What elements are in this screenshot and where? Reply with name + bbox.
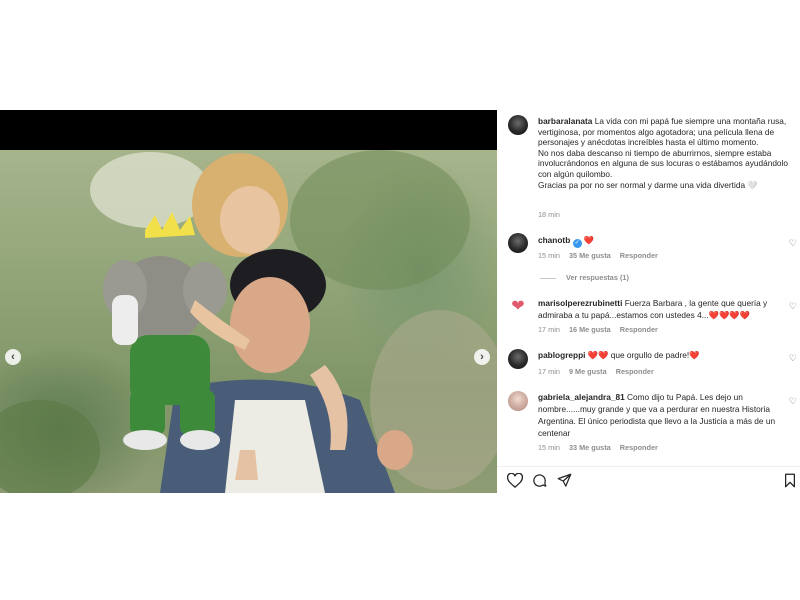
author-username[interactable]: barbaralanata <box>538 116 592 126</box>
post-media: ‹ › <box>0 110 497 493</box>
comment-avatar[interactable] <box>508 233 528 253</box>
reply-button[interactable]: Responder <box>620 443 658 452</box>
comment-item: chanotb ✓ ❤️ <box>538 234 782 248</box>
view-replies-button[interactable]: Ver respuestas (1) <box>540 273 629 282</box>
comment-item: marisolperezrubinetti Fuerza Barbara , l… <box>538 297 782 321</box>
comments-panel: barbaralanata La vida con mi papá fue si… <box>497 110 800 493</box>
comment-icon[interactable] <box>532 473 547 488</box>
heart-icon[interactable]: ♡ <box>789 301 797 312</box>
comment-time: 15 min <box>538 251 560 260</box>
comment-meta: 17 min 16 Me gusta Responder <box>538 325 665 334</box>
reply-button[interactable]: Responder <box>620 325 658 334</box>
comment-likes[interactable]: 9 Me gusta <box>569 367 607 376</box>
replies-divider <box>540 277 556 279</box>
caption-line-2: No nos daba descanso ni tiempo de aburri… <box>538 147 789 179</box>
caption-line-3: Gracias pa por no ser normal y darme una… <box>538 179 758 190</box>
comment-time: 17 min <box>538 325 560 334</box>
caption-time: 18 min <box>538 210 560 219</box>
comment-likes[interactable]: 35 Me gusta <box>569 251 611 260</box>
heart-icon[interactable] <box>507 473 523 488</box>
chevron-left-icon[interactable]: ‹ <box>5 349 21 365</box>
comment-avatar[interactable] <box>508 391 528 411</box>
heart-icon[interactable]: ♡ <box>789 396 797 407</box>
comment-username[interactable]: gabriela_alejandra_81 <box>538 392 625 402</box>
comment-time: 15 min <box>538 443 560 452</box>
post-caption: barbaralanata La vida con mi papá fue si… <box>538 116 790 190</box>
chevron-right-icon[interactable]: › <box>474 349 490 365</box>
comment-avatar[interactable]: ❤ <box>508 297 528 317</box>
comment-likes[interactable]: 33 Me gusta <box>569 443 611 452</box>
comment-meta: 15 min 33 Me gusta Responder <box>538 443 665 452</box>
heart-icon[interactable]: ♡ <box>789 353 797 364</box>
comment-avatar[interactable] <box>508 349 528 369</box>
comment-meta: 15 min 35 Me gusta Responder <box>538 251 665 260</box>
comment-username[interactable]: pablogreppi <box>538 350 585 360</box>
comment-likes[interactable]: 16 Me gusta <box>569 325 611 334</box>
send-icon[interactable] <box>557 473 572 488</box>
bookmark-icon[interactable] <box>784 473 796 488</box>
heart-icon[interactable]: ♡ <box>789 238 797 249</box>
comment-text: ❤️❤️ que orgullo de padre!❤️ <box>587 350 700 360</box>
caption-meta: 18 min <box>538 210 567 219</box>
comment-username[interactable]: marisolperezrubinetti <box>538 298 622 308</box>
comment-username[interactable]: chanotb <box>538 235 570 245</box>
comment-meta: 17 min 9 Me gusta Responder <box>538 367 661 376</box>
comment-item: gabriela_alejandra_81 Como dijo tu Papá.… <box>538 391 782 439</box>
post-photo: ‹ › <box>0 150 497 493</box>
verified-badge-icon: ✓ <box>572 239 582 248</box>
action-bar <box>497 466 800 493</box>
reply-button[interactable]: Responder <box>616 367 654 376</box>
view-replies-label: Ver respuestas (1) <box>566 273 629 282</box>
comment-text: ❤️ <box>583 235 595 245</box>
comment-item: pablogreppi ❤️❤️ que orgullo de padre!❤️ <box>538 349 782 361</box>
photo-illustration <box>0 150 497 493</box>
reply-button[interactable]: Responder <box>620 251 658 260</box>
comment-time: 17 min <box>538 367 560 376</box>
author-avatar[interactable] <box>508 115 528 135</box>
